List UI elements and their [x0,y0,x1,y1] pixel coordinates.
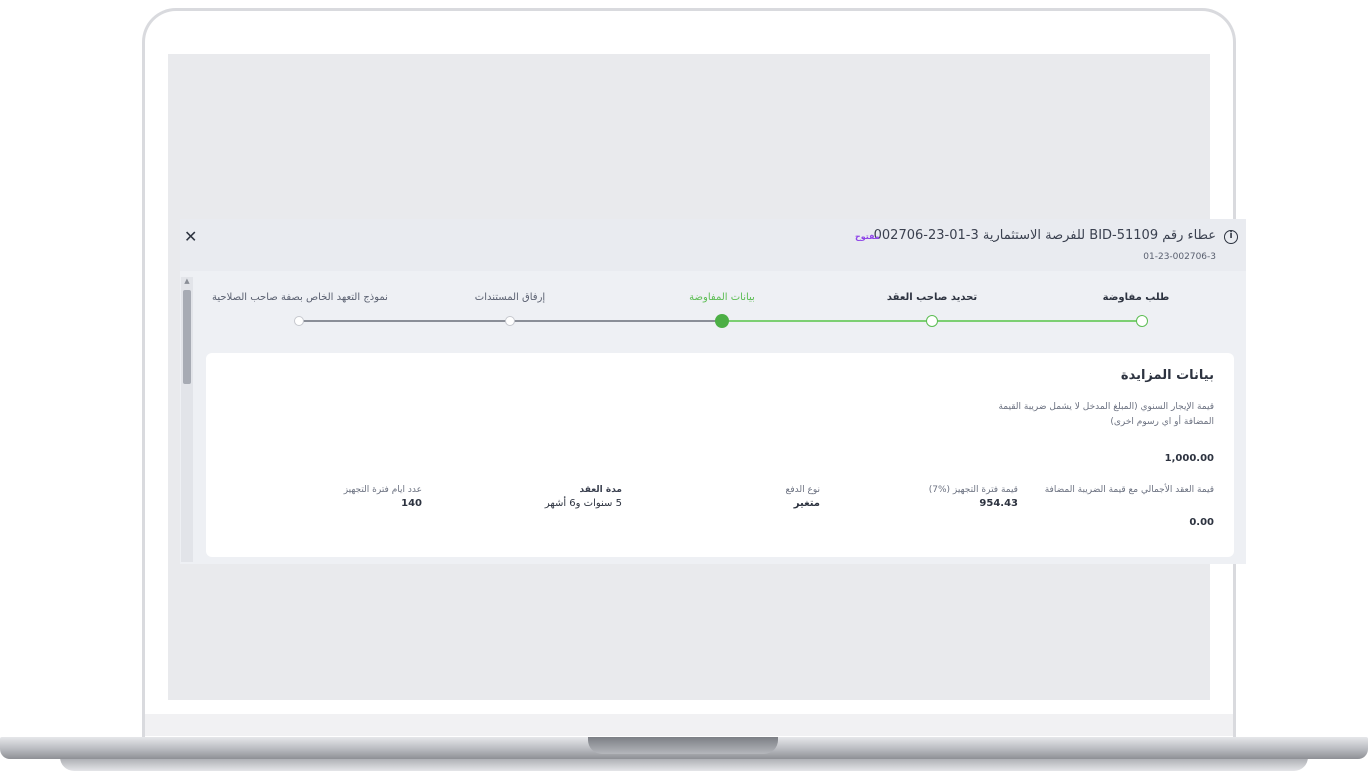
step-label-3[interactable]: بيانات المفاوضة [689,292,755,303]
annual-rent-label: قيمة الإيجار السنوي (المبلغ المدخل لا يش… [998,402,1214,427]
contract-duration-label: مدة العقد [579,485,622,495]
total-contract-value-label: قيمة العقد الأجمالي مع قيمة الضريبة المض… [1044,485,1214,495]
preparation-period-value: 954.43 [979,498,1018,509]
section-title: بيانات المزايدة [1120,368,1214,383]
preparation-days-label: عدد ايام فترة التجهيز [343,485,422,495]
step-dot-1[interactable] [1136,315,1148,327]
scrollbar-thumb[interactable] [183,290,191,384]
step-label-4[interactable]: إرفاق المستندات [475,292,545,303]
progress-stepper: طلب مفاوضة تحديد صاحب العقد بيانات المفا… [180,219,1246,349]
negotiation-panel: i عطاء رقم BID-51109 للفرصة الاستثمارية … [180,219,1246,564]
step-dot-4[interactable] [505,316,515,326]
step-label-5[interactable]: نموذج التعهد الخاص بصفة صاحب الصلاحية [212,292,388,303]
preparation-period-value-label: قيمة فترة التجهيز (%7) [928,485,1018,495]
laptop-base-shadow [60,757,1308,771]
contract-duration-value: 5 سنوات و6 أشهر [544,498,622,509]
step-dot-3[interactable] [715,314,729,328]
payment-type-value: متغير [793,498,820,509]
scroll-up-arrow-icon[interactable]: ▲ [183,277,191,285]
trackpad-notch [588,737,778,754]
screen-bottom-strip [145,714,1233,736]
preparation-days-value: 140 [401,498,422,509]
step-dot-5[interactable] [294,316,304,326]
payment-type-label: نوع الدفع [785,485,820,495]
annual-rent-value: 1,000.00 [1164,453,1214,464]
step-label-2[interactable]: تحديد صاحب العقد [887,292,977,303]
step-dot-2[interactable] [926,315,938,327]
step-label-1[interactable]: طلب مفاوضة [1103,292,1170,303]
bid-details-card: بيانات المزايدة قيمة الإيجار السنوي (الم… [206,353,1234,557]
total-contract-value: 0.00 [1189,517,1214,528]
